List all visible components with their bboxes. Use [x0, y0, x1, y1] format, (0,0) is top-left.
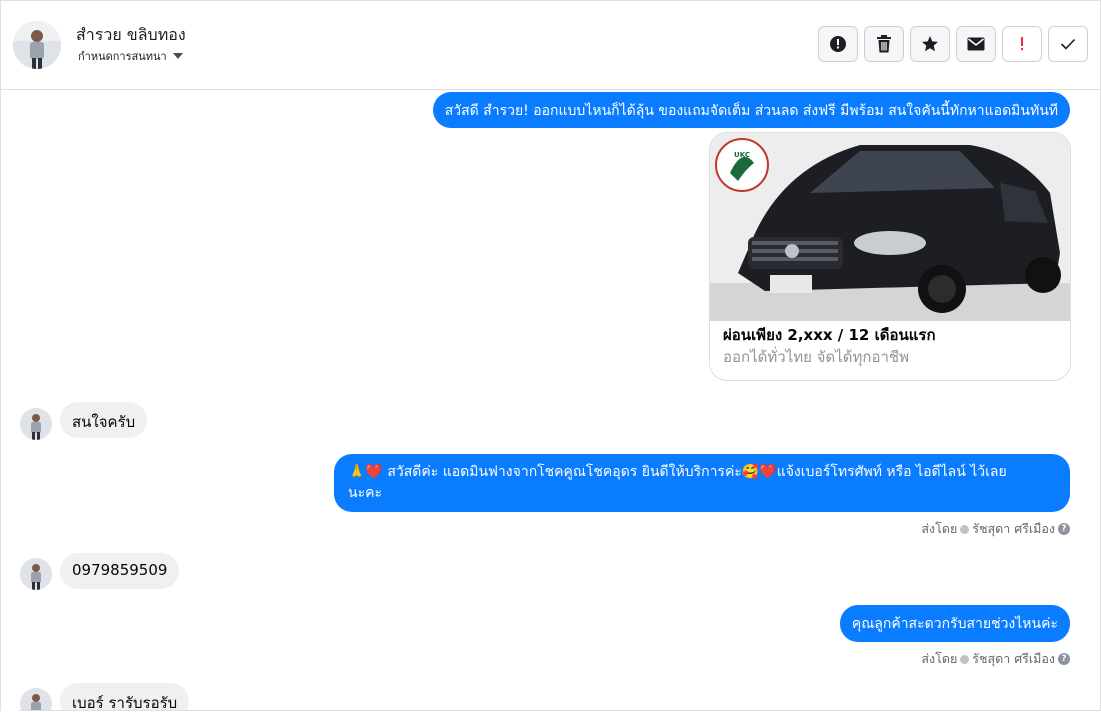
contact-name[interactable]: สำรวย ขลิบทอง [76, 23, 186, 48]
message-thread: สวัสดี สำรวย! ออกแบบไหนก็ได้ลุ้น ของแถมจ… [1, 90, 1100, 711]
message-text-line-2: นะคะ [348, 485, 382, 501]
check-icon [1060, 38, 1076, 50]
sender-avatar[interactable] [20, 688, 52, 711]
sender-avatar[interactable] [20, 558, 52, 590]
help-icon[interactable]: ? [1058, 653, 1070, 665]
message-text: 0979859509 [72, 561, 168, 579]
assign-conversation-dropdown[interactable]: กำหนดการสนทนา [78, 47, 183, 65]
outgoing-message[interactable]: คุณลูกค้าสะดวกรับสายช่วงไหนค่ะ [839, 605, 1070, 642]
conversation-toolbar [818, 26, 1088, 62]
help-icon[interactable]: ? [1058, 523, 1070, 535]
mark-spam-button[interactable] [818, 26, 858, 62]
sent-by-info: ส่งโดย รัชสุดา ศรีเมือง ? [921, 519, 1070, 539]
message-text: คุณลูกค้าสะดวกรับสายช่วงไหนค่ะ [851, 616, 1058, 632]
incoming-message[interactable]: เบอร์ รารับรอรับ [60, 683, 190, 711]
mark-unread-button[interactable] [956, 26, 996, 62]
composer-divider [19, 710, 1100, 711]
message-text: เบอร์ รารับรอรับ [72, 694, 178, 711]
sent-by-info: ส่งโดย รัชสุดา ศรีเมือง ? [921, 649, 1070, 669]
star-icon [922, 36, 938, 52]
envelope-icon [967, 37, 985, 51]
delete-button[interactable] [864, 26, 904, 62]
mark-done-button[interactable] [1048, 26, 1088, 62]
sent-by-label: ส่งโดย [921, 651, 958, 666]
sent-by-name: รัชสุดา ศรีเมือง [972, 651, 1055, 666]
message-text: สนใจครับ [72, 413, 136, 431]
outgoing-message[interactable]: สวัสดี สำรวย! ออกแบบไหนก็ได้ลุ้น ของแถมจ… [432, 92, 1070, 128]
agent-status-icon [960, 524, 970, 534]
message-text: สวัสดี สำรวย! ออกแบบไหนก็ได้ลุ้น ของแถมจ… [444, 103, 1058, 119]
trash-icon [877, 35, 891, 53]
incoming-message[interactable]: 0979859509 [60, 553, 180, 589]
logo-text: UKC [734, 151, 750, 159]
sent-by-name: รัชสุดา ศรีเมือง [972, 521, 1055, 536]
card-title: ผ่อนเพียง 2,xxx / 12 เดือนแรก [723, 326, 936, 344]
inbox-conversation-panel: สำรวย ขลิบทอง กำหนดการสนทนา สวัสดี สำรวย… [0, 0, 1101, 711]
star-button[interactable] [910, 26, 950, 62]
contact-avatar[interactable] [13, 21, 61, 69]
follow-up-button[interactable] [1002, 26, 1042, 62]
card-subtitle: ออกได้ทั่วไทย จัดได้ทุกอาชีพ [723, 348, 909, 366]
exclamation-icon [1021, 37, 1023, 51]
sent-by-label: ส่งโดย [921, 521, 958, 536]
car-image: UKC [710, 133, 1070, 321]
alert-circle-icon [830, 36, 846, 52]
incoming-message[interactable]: สนใจครับ [60, 402, 148, 438]
message-text-line-1: 🙏❤️ สวัสดีค่ะ แอดมินฟางจากโชคคูณโชคอุดร … [348, 464, 1007, 480]
agent-status-icon [960, 654, 970, 664]
caret-down-icon [172, 53, 183, 59]
outgoing-message[interactable]: 🙏❤️ สวัสดีค่ะ แอดมินฟางจากโชคคูณโชคอุดร … [334, 454, 1070, 512]
sender-avatar[interactable] [20, 408, 52, 440]
conversation-header: สำรวย ขลิบทอง กำหนดการสนทนา [1, 1, 1100, 90]
assign-label: กำหนดการสนทนา [78, 50, 167, 63]
ad-card[interactable]: UKC ผ่อนเพียง 2,xxx / 12 เดือนแรก ออกได้… [709, 132, 1071, 381]
